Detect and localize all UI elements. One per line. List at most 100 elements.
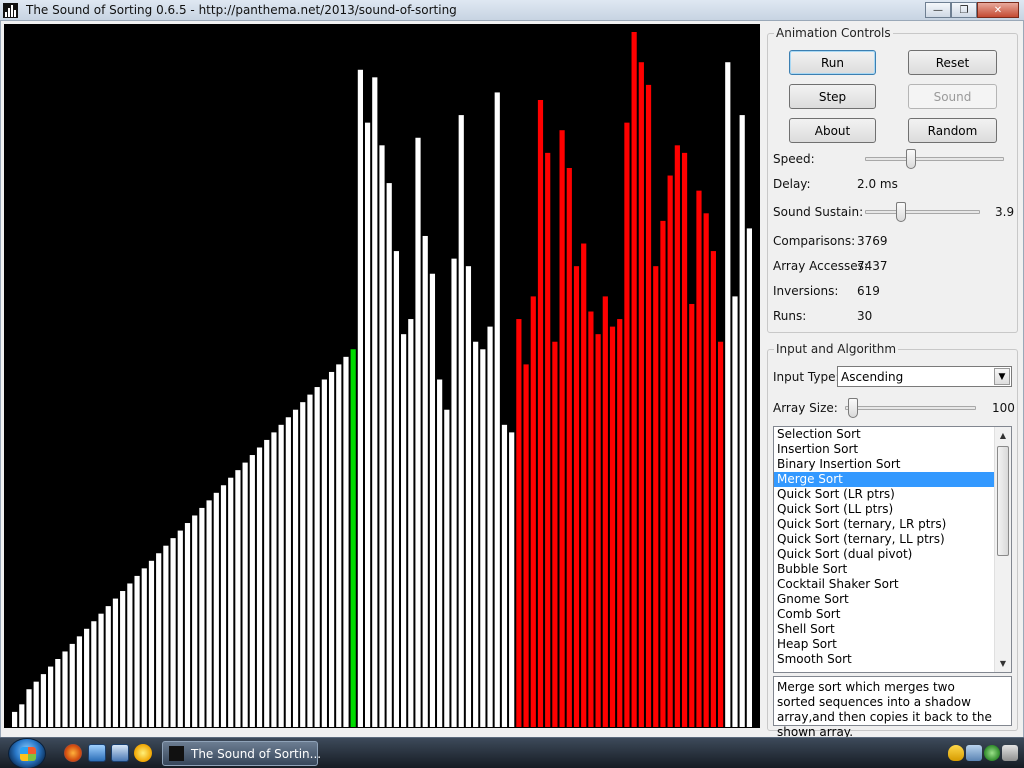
array-size-slider[interactable] [845, 398, 976, 418]
array-bar [148, 560, 155, 727]
step-button[interactable]: Step [789, 84, 876, 109]
taskbar: The Sound of Sortin... [0, 737, 1024, 768]
array-bar [343, 356, 349, 727]
array-accesses-value: 7437 [857, 259, 888, 273]
array-bar [379, 145, 385, 727]
scroll-up-icon[interactable]: ▲ [995, 427, 1011, 444]
input-type-value: Ascending [841, 370, 904, 384]
input-algorithm-legend: Input and Algorithm [774, 342, 899, 356]
scroll-down-icon[interactable]: ▼ [995, 655, 1011, 672]
array-bar [84, 628, 90, 727]
array-bar [235, 470, 241, 727]
algorithm-item[interactable]: Quick Sort (ternary, LR ptrs) [774, 517, 994, 532]
algorithm-item[interactable]: Quick Sort (ternary, LL ptrs) [774, 532, 994, 547]
firefox-icon[interactable] [64, 744, 82, 762]
array-bar [746, 228, 752, 727]
algorithm-item[interactable]: Cocktail Shaker Sort [774, 577, 994, 592]
algorithm-list-scrollbar[interactable]: ▲ ▼ [994, 427, 1011, 672]
algorithm-item[interactable]: Quick Sort (LR ptrs) [774, 487, 994, 502]
taskbar-item-sound-of-sorting[interactable]: The Sound of Sortin... [162, 741, 321, 766]
algorithm-list[interactable]: Selection Sort Insertion Sort Binary Inser… [773, 426, 1012, 673]
array-bar [62, 651, 68, 727]
about-button[interactable]: About [789, 118, 876, 143]
algorithm-item[interactable]: Gnome Sort [774, 592, 994, 607]
array-bar [401, 334, 407, 727]
algorithm-item[interactable]: Bubble Sort [774, 562, 994, 577]
start-button[interactable] [8, 738, 46, 768]
algorithm-item[interactable]: Merge Sort [774, 472, 994, 487]
array-bar [696, 190, 702, 727]
run-button[interactable]: Run [789, 50, 876, 75]
app-icon[interactable] [3, 3, 18, 18]
array-bar [292, 409, 299, 727]
array-bar [602, 296, 608, 727]
security-shield-icon[interactable] [948, 745, 964, 761]
messenger-status-icon[interactable] [984, 745, 1000, 761]
windows-logo-icon [20, 747, 36, 761]
close-button[interactable]: ✕ [977, 2, 1019, 18]
array-bar [617, 319, 623, 727]
array-bar [689, 303, 695, 727]
maximize-button[interactable]: ❐ [951, 2, 977, 18]
messenger-icon[interactable] [134, 744, 152, 762]
sound-sustain-slider[interactable] [865, 202, 980, 222]
algorithm-item[interactable]: Comb Sort [774, 607, 994, 622]
algorithm-item[interactable]: Smooth Sort [774, 652, 994, 667]
comparisons-value: 3769 [857, 234, 888, 248]
array-size-value: 100 [992, 401, 1015, 415]
switch-windows-icon[interactable] [111, 744, 129, 762]
runs-value: 30 [857, 309, 873, 323]
array-bar [120, 591, 126, 727]
array-bar [437, 379, 443, 727]
algorithm-item[interactable]: Binary Insertion Sort [774, 457, 994, 472]
array-bar [184, 523, 191, 727]
array-size-thumb[interactable] [847, 398, 858, 418]
array-bar [631, 32, 637, 727]
network-icon[interactable] [966, 745, 982, 761]
array-bar [300, 402, 306, 727]
array-bar [242, 462, 248, 727]
title-bar: The Sound of Sorting 0.6.5 - http://pant… [0, 0, 1024, 21]
scrollbar-thumb[interactable] [997, 446, 1009, 556]
array-bar [674, 145, 680, 727]
array-bar [19, 704, 25, 727]
array-bar [444, 409, 450, 727]
array-bar [40, 674, 47, 727]
array-bar [552, 341, 558, 727]
inversions-value: 619 [857, 284, 880, 298]
sound-sustain-thumb[interactable] [895, 202, 906, 222]
array-bar [408, 319, 414, 727]
array-size-track [845, 406, 976, 410]
array-bar [473, 341, 479, 727]
array-bar [264, 439, 270, 727]
algorithm-item[interactable]: Quick Sort (LL ptrs) [774, 502, 994, 517]
volume-icon[interactable] [1002, 745, 1018, 761]
array-bar [220, 485, 227, 727]
array-bar [638, 62, 644, 728]
speed-slider-thumb[interactable] [905, 149, 916, 169]
algorithm-item[interactable]: Insertion Sort [774, 442, 994, 457]
show-desktop-icon[interactable] [88, 744, 106, 762]
array-bar [501, 424, 508, 727]
reset-button[interactable]: Reset [908, 50, 997, 75]
array-visualization[interactable] [4, 24, 760, 728]
array-bar [393, 251, 400, 727]
array-bar [595, 334, 601, 727]
sound-button[interactable]: Sound [908, 84, 997, 109]
input-type-select[interactable]: Ascending ▼ [837, 366, 1012, 387]
array-bar [509, 432, 515, 727]
minimize-button[interactable]: — [925, 2, 951, 18]
array-bar [206, 500, 212, 727]
array-bar [660, 220, 666, 728]
random-button[interactable]: Random [908, 118, 997, 143]
algorithm-item[interactable]: Quick Sort (dual pivot) [774, 547, 994, 562]
speed-slider[interactable] [865, 149, 1004, 169]
array-bar [681, 152, 688, 727]
array-bar [487, 326, 493, 727]
chevron-down-icon[interactable]: ▼ [994, 368, 1010, 385]
array-bar [26, 689, 32, 727]
array-bar [76, 636, 83, 727]
algorithm-item[interactable]: Selection Sort [774, 427, 994, 442]
algorithm-item[interactable]: Shell Sort [774, 622, 994, 637]
algorithm-item[interactable]: Heap Sort [774, 637, 994, 652]
